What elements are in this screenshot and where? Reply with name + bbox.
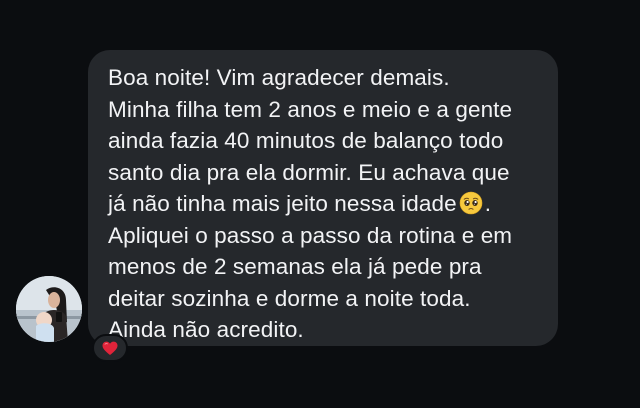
message-line-6: Apliquei o passo a passo da rotina e em	[108, 222, 513, 248]
message-line-3: ainda fazia 40 minutos de balanço todo	[108, 128, 504, 153]
red-heart-icon	[102, 341, 118, 355]
message-line-5: já não tinha mais jeito nessa idade	[108, 191, 457, 216]
message-line-7: menos de 2 semanas ela já pede pra	[108, 254, 482, 279]
pleading-face-icon	[459, 191, 483, 215]
message-line-8: deitar sozinha e dorme a noite toda.	[108, 285, 471, 311]
sender-avatar[interactable]	[16, 276, 82, 342]
profile-photo-avatar	[16, 276, 82, 342]
message-line-9: Ainda não acredito.	[108, 317, 304, 342]
message-line-5-container: já não tinha mais jeito nessa idade .	[108, 188, 538, 220]
message-line-2: Minha filha tem 2 anos e meio e a gente	[108, 96, 513, 122]
message-reaction[interactable]	[92, 334, 128, 362]
chat-screen: Boa noite! Vim agradecer demais. Minha f…	[0, 0, 640, 408]
message-bubble[interactable]: Boa noite! Vim agradecer demais. Minha f…	[88, 50, 558, 346]
message-line-4: santo dia pra ela dormir. Eu achava que	[108, 159, 510, 185]
message-line-5-tail: .	[484, 191, 492, 216]
message-line-1: Boa noite! Vim agradecer demais.	[108, 65, 450, 90]
